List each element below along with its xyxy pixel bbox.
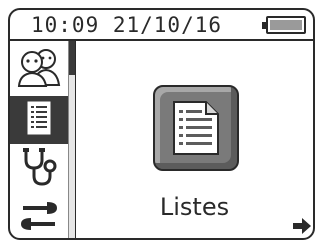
main-panel: Listes [76, 41, 313, 238]
battery-terminal [262, 22, 266, 29]
sidebar-scrollbar[interactable] [68, 41, 75, 238]
wrench-icon [19, 198, 59, 238]
arrow-right-icon[interactable] [293, 218, 311, 238]
list-icon [26, 100, 52, 140]
scrollbar-thumb[interactable] [69, 41, 75, 75]
stethoscope-icon [18, 146, 60, 192]
battery-level-fill [270, 20, 302, 30]
main-title: Listes [159, 193, 230, 221]
date-time: 10:09 21/10/16 [31, 13, 223, 37]
sidebar-item-medical[interactable] [10, 145, 68, 193]
sidebar-item-settings[interactable] [10, 195, 68, 238]
device-screen: 10:09 21/10/16 Listes [8, 8, 315, 240]
sidebar-item-people[interactable] [10, 45, 68, 93]
people-icon [16, 47, 62, 91]
battery-icon [262, 16, 306, 34]
sidebar-item-lists[interactable] [10, 96, 68, 144]
status-bar: 10:09 21/10/16 [10, 10, 313, 41]
document-list-icon[interactable] [153, 85, 239, 171]
sidebar [10, 41, 76, 238]
